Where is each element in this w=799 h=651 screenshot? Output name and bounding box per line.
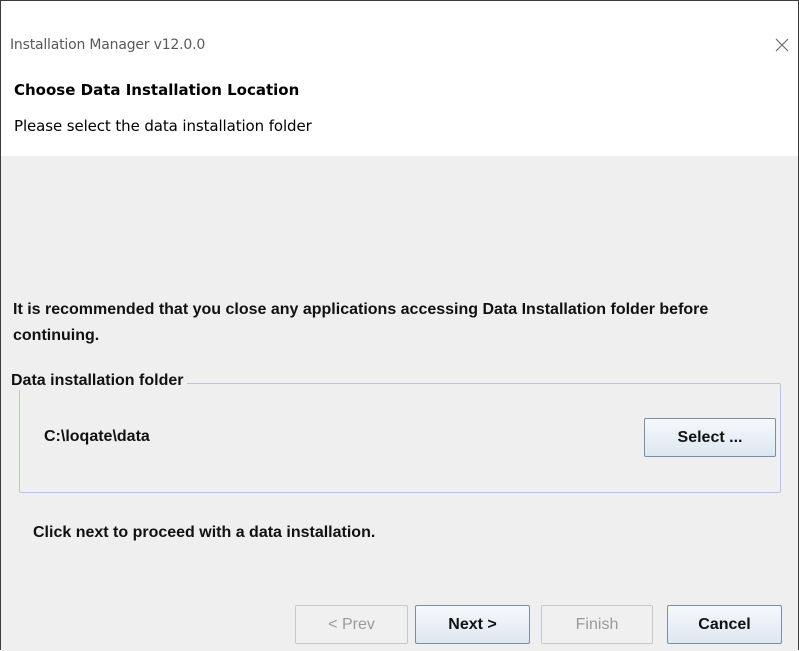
prev-button[interactable]: < Prev <box>295 605 408 644</box>
content-panel: It is recommended that you close any app… <box>1 156 798 651</box>
close-icon <box>774 37 790 58</box>
installer-window: Installation Manager v12.0.0 Choose Data… <box>0 0 799 651</box>
window-title: Installation Manager v12.0.0 <box>10 37 206 53</box>
close-button[interactable] <box>768 33 796 61</box>
warning-text: It is recommended that you close any app… <box>13 301 709 344</box>
header-panel: Installation Manager v12.0.0 Choose Data… <box>1 1 798 156</box>
select-folder-button[interactable]: Select ... <box>644 418 776 457</box>
hint-text: Click next to proceed with a data instal… <box>33 524 376 541</box>
groupbox-legend: Data installation folder <box>9 372 188 390</box>
folder-path-value: C:\loqate\data <box>44 428 150 445</box>
cancel-button[interactable]: Cancel <box>667 605 782 644</box>
finish-button[interactable]: Finish <box>541 605 653 644</box>
page-subtitle: Please select the data installation fold… <box>14 117 312 135</box>
next-button[interactable]: Next > <box>415 605 530 644</box>
page-title: Choose Data Installation Location <box>14 81 300 99</box>
